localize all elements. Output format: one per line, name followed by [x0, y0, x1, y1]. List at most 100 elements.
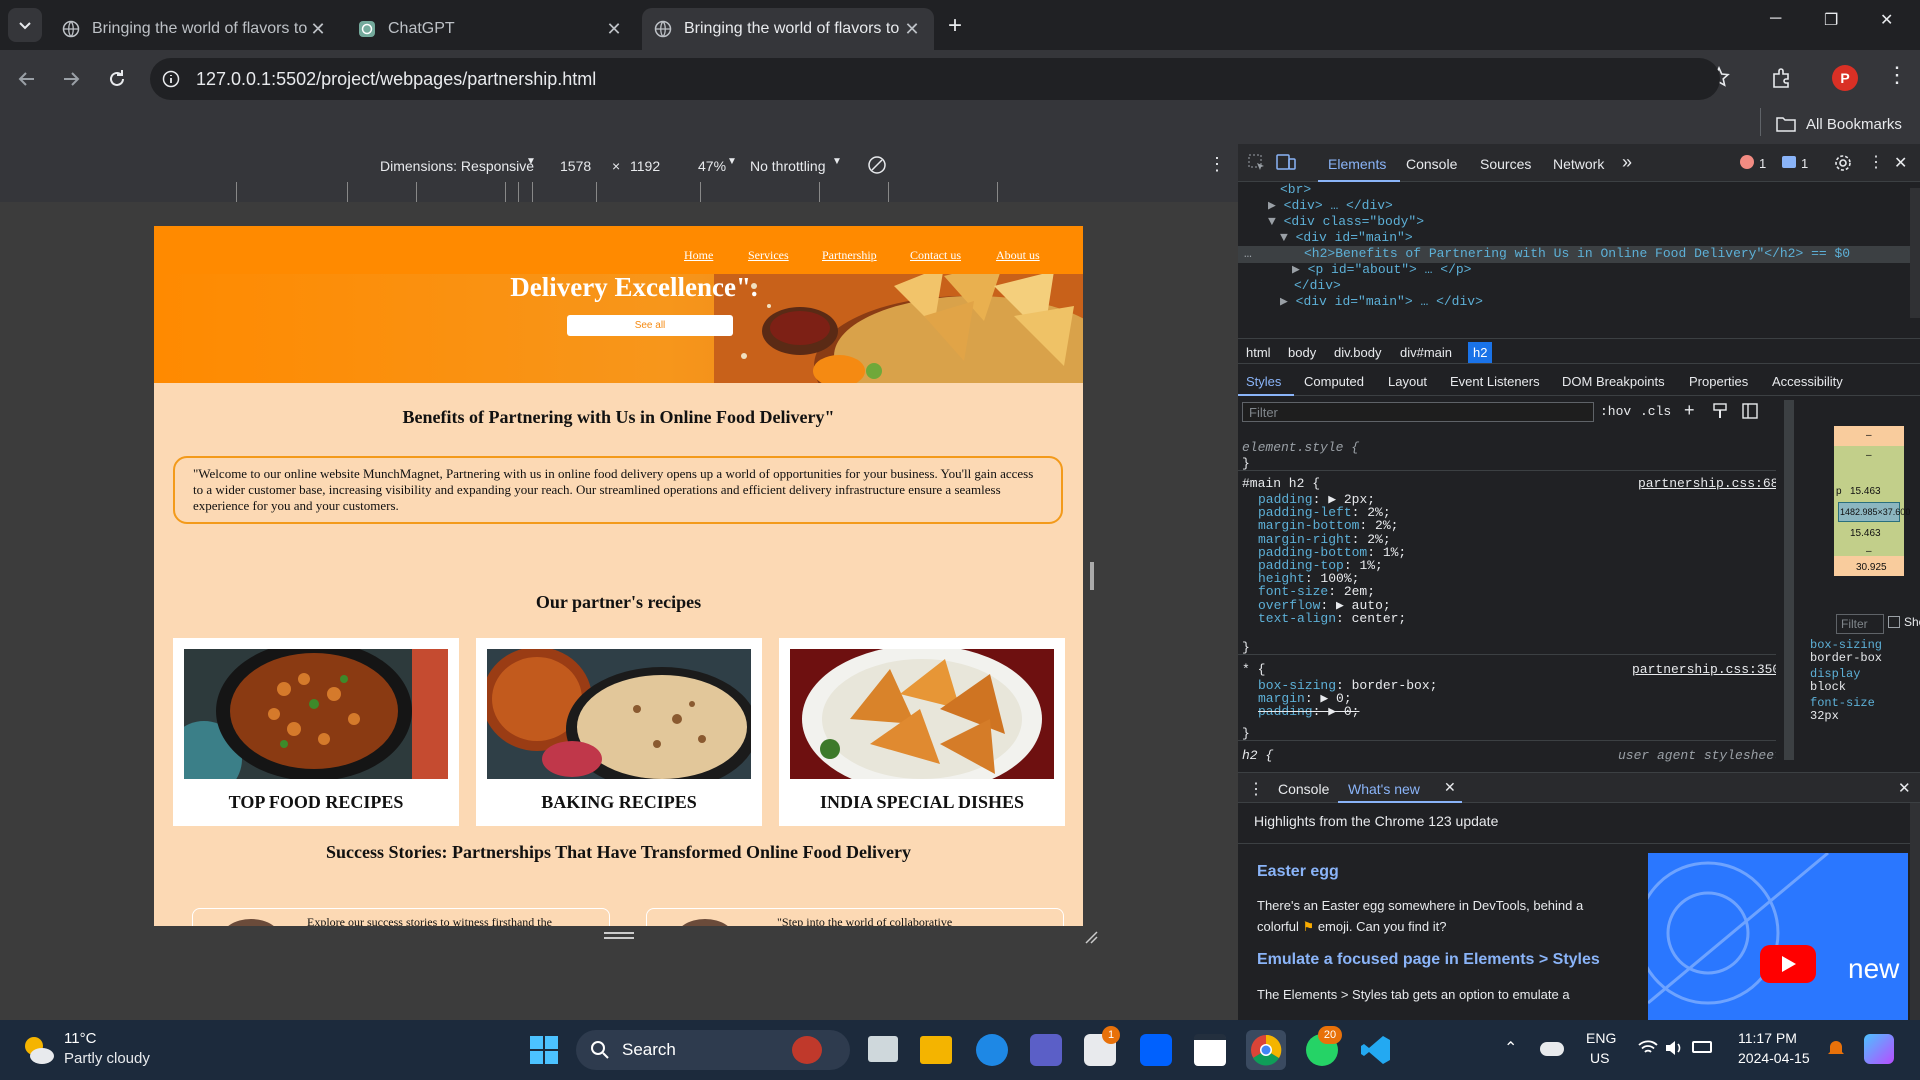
devtools-tab-elements[interactable]: Elements — [1328, 156, 1386, 172]
rule-source-link[interactable]: partnership.css:68 — [1638, 476, 1776, 491]
emulate-focused-link[interactable]: Emulate a focused page in Elements > Sty… — [1257, 951, 1600, 969]
show-all-checkbox[interactable] — [1888, 616, 1900, 628]
dom-node[interactable]: ▼ <div id="main"> — [1280, 230, 1413, 245]
width-input[interactable]: 1578 — [560, 158, 591, 174]
rule-selector[interactable]: * { — [1242, 662, 1265, 677]
tab-search-button[interactable] — [8, 8, 42, 42]
teams-icon[interactable] — [1030, 1034, 1062, 1066]
close-drawer-icon[interactable]: ✕ — [1898, 779, 1911, 797]
new-tab-button[interactable]: + — [948, 12, 974, 40]
all-bookmarks-link[interactable]: All Bookmarks — [1806, 116, 1902, 133]
cls-toggle[interactable]: .cls — [1640, 404, 1671, 419]
dom-node[interactable]: <br> — [1280, 182, 1311, 197]
windows-start-icon[interactable] — [528, 1034, 560, 1066]
task-view-icon[interactable] — [868, 1036, 898, 1062]
breadcrumb-item-active[interactable]: h2 — [1468, 342, 1493, 363]
notification-bell-icon[interactable] — [1826, 1038, 1846, 1058]
css-property[interactable]: text-align: center; — [1258, 611, 1406, 626]
menu-kebab-icon[interactable]: ⋮ — [1886, 62, 1908, 88]
throttling-select[interactable]: No throttling — [750, 158, 825, 174]
breadcrumb-item[interactable]: body — [1288, 345, 1316, 360]
devtools-tab-network[interactable]: Network — [1553, 156, 1604, 172]
dom-node[interactable]: ▶ <div> … </div> — [1268, 198, 1393, 213]
subtab-computed[interactable]: Computed — [1304, 374, 1364, 389]
recipe-card[interactable]: BAKING RECIPES — [476, 638, 762, 826]
resize-handle-bottom[interactable] — [604, 932, 634, 934]
tab-1[interactable]: Bringing the world of flavors to ✕ — [50, 8, 340, 50]
more-tabs-button[interactable]: » — [1622, 152, 1632, 173]
settings-gear-icon[interactable] — [1834, 154, 1852, 172]
rotate-icon[interactable] — [866, 154, 888, 176]
styles-scrollbar[interactable] — [1784, 400, 1794, 760]
chrome-icon[interactable] — [1250, 1034, 1282, 1066]
dropbox-icon[interactable] — [1140, 1034, 1172, 1066]
recipe-card[interactable]: TOP FOOD RECIPES — [173, 638, 459, 826]
copilot-icon[interactable] — [1864, 1034, 1894, 1064]
tray-chevron-icon[interactable]: ⌃ — [1504, 1038, 1517, 1058]
rule-selector[interactable]: h2 { — [1242, 748, 1273, 763]
dom-node-selected[interactable]: <h2>Benefits of Partnering with Us in On… — [1304, 246, 1850, 261]
youtube-play-icon[interactable] — [1760, 945, 1816, 983]
nav-home[interactable]: Home — [684, 248, 713, 263]
close-tab-icon[interactable]: ✕ — [604, 19, 624, 40]
sidebar-toggle-icon[interactable] — [1742, 403, 1758, 419]
dom-node[interactable]: </div> — [1294, 278, 1341, 293]
see-all-button[interactable]: See all — [567, 315, 733, 336]
css-property[interactable]: padding: ▶ 0; — [1258, 704, 1359, 719]
close-tab-icon[interactable]: ✕ — [308, 19, 328, 40]
battery-icon[interactable] — [1692, 1041, 1712, 1053]
minimize-button[interactable]: ─ — [1770, 10, 1781, 28]
subtab-properties[interactable]: Properties — [1689, 374, 1748, 389]
zoom-select[interactable]: 47% — [698, 158, 726, 174]
tab-2[interactable]: ChatGPT ✕ — [346, 8, 636, 50]
address-bar[interactable]: 127.0.0.1:5502/project/webpages/partners… — [150, 58, 1720, 100]
site-info-icon[interactable] — [162, 70, 180, 88]
nav-partnership[interactable]: Partnership — [822, 248, 877, 263]
subtab-dom-breakpoints[interactable]: DOM Breakpoints — [1562, 374, 1665, 389]
subtab-event-listeners[interactable]: Event Listeners — [1450, 374, 1540, 389]
extensions-icon[interactable] — [1770, 66, 1794, 90]
computed-property-name[interactable]: box-sizing — [1810, 638, 1882, 652]
computed-property-name[interactable]: display — [1810, 667, 1860, 681]
clock-time[interactable]: 11:17 PM — [1738, 1030, 1797, 1046]
recipe-card[interactable]: INDIA SPECIAL DISHES — [779, 638, 1065, 826]
dom-node[interactable]: ▶ <div id="main"> … </div> — [1280, 294, 1483, 309]
devtools-tab-console[interactable]: Console — [1406, 156, 1457, 172]
height-input[interactable]: 1192 — [630, 158, 660, 174]
device-menu-icon[interactable]: ⋮ — [1208, 154, 1226, 175]
vscode-icon[interactable] — [1360, 1034, 1392, 1066]
devtools-tab-sources[interactable]: Sources — [1480, 156, 1531, 172]
clock-date[interactable]: 2024-04-15 — [1738, 1050, 1810, 1066]
nav-about[interactable]: About us — [996, 248, 1040, 263]
back-icon[interactable] — [16, 68, 38, 90]
weather-temp[interactable]: 11°C — [64, 1030, 96, 1047]
breadcrumb-item[interactable]: div#main — [1400, 345, 1452, 360]
taskbar-search-box[interactable]: Search — [576, 1030, 850, 1070]
file-explorer-icon[interactable] — [920, 1036, 952, 1064]
nav-services[interactable]: Services — [748, 248, 789, 263]
styles-filter-input[interactable]: Filter — [1242, 402, 1594, 422]
close-whats-new-icon[interactable]: ✕ — [1444, 779, 1456, 796]
resize-handle-right[interactable] — [1090, 562, 1094, 590]
message-count[interactable]: 1 — [1801, 156, 1808, 171]
dom-scrollbar[interactable] — [1910, 188, 1920, 318]
subtab-accessibility[interactable]: Accessibility — [1772, 374, 1843, 389]
close-tab-icon[interactable]: ✕ — [902, 19, 922, 40]
dom-node[interactable]: ▶ <p id="about"> … </p> — [1292, 262, 1471, 277]
edge-icon[interactable] — [976, 1034, 1008, 1066]
paint-brush-icon[interactable] — [1712, 403, 1728, 419]
wifi-icon[interactable] — [1638, 1040, 1658, 1056]
tab-3-active[interactable]: Bringing the world of flavors to ✕ — [642, 8, 934, 50]
profile-avatar[interactable]: P — [1832, 65, 1858, 91]
rule-source-link[interactable]: partnership.css:350 — [1632, 662, 1776, 677]
reload-icon[interactable] — [106, 68, 128, 90]
inspect-element-icon[interactable] — [1248, 154, 1266, 172]
device-toggle-icon[interactable] — [1276, 154, 1296, 172]
devtools-menu-icon[interactable]: ⋮ — [1868, 152, 1884, 172]
language-code[interactable]: ENG — [1586, 1030, 1616, 1046]
dimensions-select[interactable]: Dimensions: Responsive — [380, 158, 534, 174]
breadcrumb-item[interactable]: html — [1246, 345, 1271, 360]
close-window-button[interactable]: ✕ — [1880, 10, 1893, 30]
rule-selector[interactable]: #main h2 { — [1242, 476, 1320, 491]
drawer-scrollbar[interactable] — [1910, 803, 1920, 1021]
